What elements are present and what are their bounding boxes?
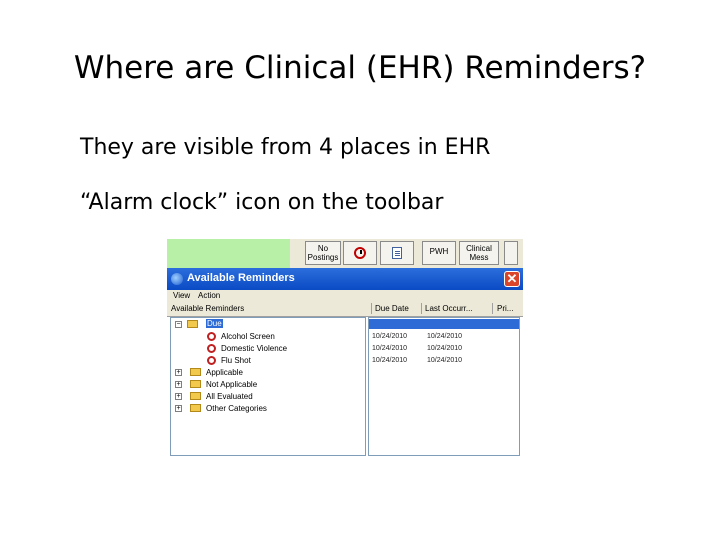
clinical-messages-button[interactable]: Clinical Mess (459, 241, 499, 265)
expand-toggle[interactable]: + (175, 369, 182, 376)
header-divider[interactable] (421, 303, 422, 314)
folder-open-icon (187, 320, 198, 328)
folder-icon (190, 404, 201, 412)
reminders-button[interactable] (343, 241, 377, 265)
header-divider[interactable] (371, 303, 372, 314)
toolbar-extra-button[interactable] (504, 241, 518, 265)
menu-view[interactable]: View (173, 291, 190, 300)
ehr-screenshot: No Postings PWH Clinical Mess Available … (167, 239, 523, 456)
slide-title: Where are Clinical (EHR) Reminders? (73, 50, 647, 86)
due-date-cell: 10/24/2010 (372, 357, 408, 364)
note-icon (392, 247, 402, 259)
folder-icon (190, 380, 201, 388)
reminder-clock-icon (207, 332, 216, 341)
tree-label: Domestic Violence (221, 344, 288, 353)
folder-icon (190, 392, 201, 400)
tree-label: All Evaluated (206, 392, 253, 401)
header-divider[interactable] (492, 303, 493, 314)
menu-bar: View Action (167, 290, 523, 302)
reminder-tree[interactable]: − Due Alcohol Screen Domestic Violence F… (170, 317, 366, 456)
folder-icon (190, 368, 201, 376)
app-icon (171, 273, 183, 285)
expand-toggle[interactable]: + (175, 393, 182, 400)
due-date-cell: 10/24/2010 (372, 333, 408, 340)
notes-button[interactable] (380, 241, 414, 265)
header-due-date[interactable]: Due Date (375, 304, 409, 313)
bullet-alarm-clock: “Alarm clock” icon on the toolbar (80, 190, 444, 215)
tree-label: Flu Shot (221, 356, 251, 365)
last-occurrence-cell: 10/24/2010 (427, 345, 463, 352)
expand-toggle[interactable]: + (175, 381, 182, 388)
close-button[interactable]: ✕ (504, 271, 520, 287)
alarm-clock-icon (354, 247, 366, 259)
column-headers: Available Reminders Due Date Last Occurr… (167, 302, 523, 317)
patient-banner (167, 239, 290, 268)
due-date-cell: 10/24/2010 (372, 345, 408, 352)
window-titlebar[interactable]: Available Reminders ✕ (167, 268, 523, 290)
reminder-clock-icon (207, 356, 216, 365)
tree-label: Other Categories (206, 404, 267, 413)
selected-row[interactable] (369, 319, 519, 329)
tree-label: Due (206, 319, 223, 328)
header-priority[interactable]: Pri... (497, 304, 513, 313)
collapse-toggle[interactable]: − (175, 321, 182, 328)
last-occurrence-cell: 10/24/2010 (427, 357, 463, 364)
menu-action[interactable]: Action (198, 291, 220, 300)
window-title: Available Reminders (187, 272, 295, 284)
header-available-reminders[interactable]: Available Reminders (171, 304, 244, 313)
ehr-toolbar: No Postings PWH Clinical Mess (167, 239, 523, 268)
expand-toggle[interactable]: + (175, 405, 182, 412)
tree-label: Not Applicable (206, 380, 258, 389)
pwh-button[interactable]: PWH (422, 241, 456, 265)
last-occurrence-cell: 10/24/2010 (427, 333, 463, 340)
bullet-visible-places: They are visible from 4 places in EHR (80, 135, 491, 160)
tree-label: Alcohol Screen (221, 332, 275, 341)
reminder-clock-icon (207, 344, 216, 353)
tree-label: Applicable (206, 368, 243, 377)
header-last-occurrence[interactable]: Last Occurr... (425, 304, 473, 313)
reminder-details-grid[interactable]: 10/24/2010 10/24/2010 10/24/2010 10/24/2… (368, 317, 520, 456)
postings-button[interactable]: No Postings (305, 241, 341, 265)
